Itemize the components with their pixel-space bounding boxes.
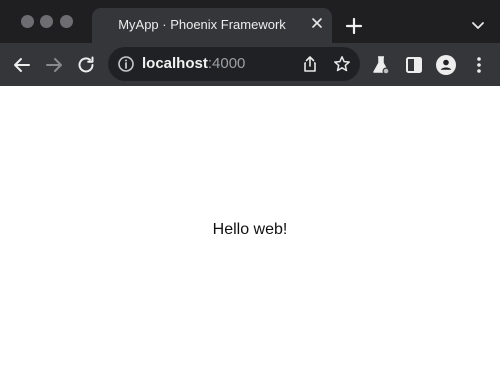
chevron-down-icon[interactable] bbox=[468, 17, 488, 35]
url-port: :4000 bbox=[207, 55, 246, 72]
reload-icon[interactable] bbox=[75, 54, 97, 76]
browser-window: MyApp · Phoenix Framework localhost:4000… bbox=[0, 0, 500, 375]
page-content: Hello web! bbox=[0, 86, 500, 375]
tab-strip: MyApp · Phoenix Framework bbox=[0, 0, 500, 43]
window-minimize-button[interactable] bbox=[40, 15, 53, 28]
info-icon[interactable] bbox=[117, 55, 135, 73]
star-icon[interactable] bbox=[333, 55, 351, 73]
flask-icon[interactable] bbox=[370, 54, 392, 76]
url-text[interactable]: localhost:4000 bbox=[142, 55, 245, 72]
more-vertical-icon[interactable] bbox=[468, 54, 490, 76]
window-zoom-button[interactable] bbox=[60, 15, 73, 28]
arrow-right-icon[interactable] bbox=[43, 54, 65, 76]
profile-icon[interactable] bbox=[435, 54, 457, 76]
tab-title: MyApp · Phoenix Framework bbox=[118, 17, 286, 32]
page-body-text: Hello web! bbox=[212, 221, 288, 238]
address-bar[interactable]: localhost:4000 bbox=[108, 47, 360, 81]
share-icon[interactable] bbox=[301, 55, 319, 73]
tab-active[interactable]: MyApp · Phoenix Framework bbox=[92, 8, 332, 43]
plus-icon[interactable] bbox=[344, 16, 364, 36]
close-icon[interactable] bbox=[310, 16, 324, 30]
arrow-left-icon[interactable] bbox=[11, 54, 33, 76]
side-panel-icon[interactable] bbox=[403, 54, 425, 76]
window-close-button[interactable] bbox=[21, 15, 34, 28]
url-host: localhost bbox=[142, 55, 208, 72]
